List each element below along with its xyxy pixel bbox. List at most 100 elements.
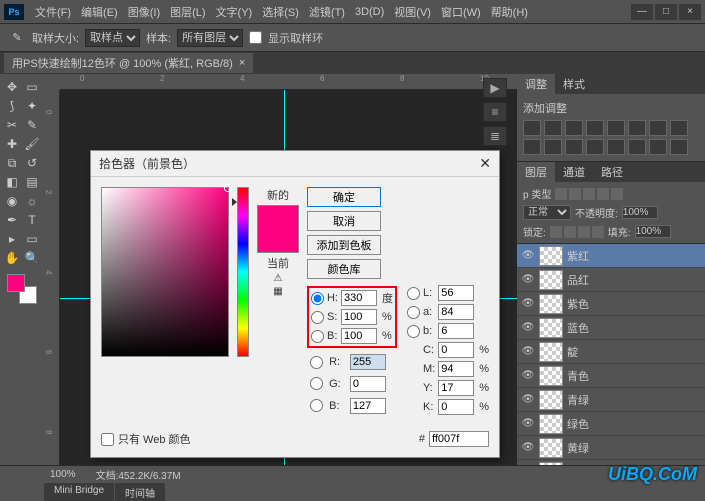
selection-tool[interactable]: ▭	[23, 78, 41, 96]
menu-window[interactable]: 窗口(W)	[436, 4, 486, 20]
visibility-icon[interactable]: 👁	[521, 321, 535, 335]
lock-all-icon[interactable]	[592, 226, 604, 238]
visibility-icon[interactable]: 👁	[521, 441, 535, 455]
pen-tool[interactable]: ✒	[3, 211, 21, 229]
menu-filter[interactable]: 滤镜(T)	[304, 4, 350, 20]
eyedropper-tool[interactable]: ✎	[23, 116, 41, 134]
dodge-tool[interactable]: ☼	[23, 192, 41, 210]
add-swatch-button[interactable]: 添加到色板	[307, 235, 381, 255]
info-panel-icon[interactable]: ≣	[483, 126, 507, 146]
move-tool[interactable]: ✥	[3, 78, 21, 96]
blend-mode-select[interactable]: 正常	[523, 205, 571, 220]
menu-layer[interactable]: 图层(L)	[165, 4, 210, 20]
menu-edit[interactable]: 编辑(E)	[76, 4, 123, 20]
lock-pixel-icon[interactable]	[564, 226, 576, 238]
wand-tool[interactable]: ✦	[23, 97, 41, 115]
visibility-icon[interactable]: 👁	[521, 393, 535, 407]
visibility-icon[interactable]: 👁	[521, 249, 535, 263]
layers-tab[interactable]: 图层	[517, 162, 555, 182]
filter-adj-icon[interactable]	[569, 188, 581, 200]
filter-smart-icon[interactable]	[611, 188, 623, 200]
layer-row[interactable]: 👁黄绿	[517, 436, 705, 460]
menu-help[interactable]: 帮助(H)	[486, 4, 533, 20]
adj-selective-icon[interactable]	[670, 139, 688, 155]
menu-3d[interactable]: 3D(D)	[350, 6, 389, 18]
brush-tool[interactable]: 🖌	[23, 135, 41, 153]
adj-bw-icon[interactable]	[670, 120, 688, 136]
sat-radio[interactable]	[311, 311, 324, 324]
adj-gradmap-icon[interactable]	[649, 139, 667, 155]
layer-thumbnail[interactable]	[539, 414, 563, 434]
stamp-tool[interactable]: ⧉	[3, 154, 21, 172]
current-color-swatch[interactable]	[258, 229, 298, 252]
hand-tool[interactable]: ✋	[3, 249, 21, 267]
paths-tab[interactable]: 路径	[593, 162, 631, 182]
zoom-level[interactable]: 100%	[50, 469, 76, 480]
web-only-checkbox-row[interactable]: 只有 Web 颜色	[101, 431, 191, 447]
adj-vibrance-icon[interactable]	[607, 120, 625, 136]
shape-tool[interactable]: ▭	[23, 230, 41, 248]
foreground-color-swatch[interactable]	[7, 274, 25, 292]
sample-size-select[interactable]: 取样点	[85, 29, 140, 47]
layer-row[interactable]: 👁靛	[517, 340, 705, 364]
visibility-icon[interactable]: 👁	[521, 273, 535, 287]
rgb-b-input[interactable]	[350, 398, 386, 414]
eraser-tool[interactable]: ◧	[3, 173, 21, 191]
r-input[interactable]	[350, 354, 386, 370]
menu-type[interactable]: 文字(Y)	[211, 4, 258, 20]
lock-trans-icon[interactable]	[550, 226, 562, 238]
path-select-tool[interactable]: ▸	[3, 230, 21, 248]
window-close-button[interactable]: ×	[679, 4, 701, 20]
layer-row[interactable]: 👁蓝色	[517, 316, 705, 340]
adj-hue-icon[interactable]	[628, 120, 646, 136]
gamut-warning-icon[interactable]: ⚠	[274, 273, 283, 284]
history-brush-tool[interactable]: ↺	[23, 154, 41, 172]
layer-thumbnail[interactable]	[539, 342, 563, 362]
filter-pixel-icon[interactable]	[555, 188, 567, 200]
sat-input[interactable]	[341, 309, 377, 325]
k-input[interactable]	[438, 399, 474, 415]
adj-lookup-icon[interactable]	[565, 139, 583, 155]
layer-row[interactable]: 👁品红	[517, 268, 705, 292]
filter-shape-icon[interactable]	[597, 188, 609, 200]
gradient-tool[interactable]: ▤	[23, 173, 41, 191]
hue-input[interactable]	[341, 290, 377, 306]
adj-mixer-icon[interactable]	[544, 139, 562, 155]
mini-bridge-tab[interactable]: Mini Bridge	[44, 483, 115, 501]
layer-row[interactable]: 👁紫色	[517, 292, 705, 316]
visibility-icon[interactable]: 👁	[521, 417, 535, 431]
document-tab[interactable]: 用PS快速绘制12色环 @ 100% (紫红, RGB/8) ×	[4, 53, 253, 73]
bri-radio[interactable]	[311, 330, 324, 343]
adj-invert-icon[interactable]	[586, 139, 604, 155]
layer-thumbnail[interactable]	[539, 294, 563, 314]
adj-photo-filter-icon[interactable]	[523, 139, 541, 155]
layer-thumbnail[interactable]	[539, 390, 563, 410]
blur-tool[interactable]: ◉	[3, 192, 21, 210]
filter-text-icon[interactable]	[583, 188, 595, 200]
bri-input[interactable]	[341, 328, 377, 344]
visibility-icon[interactable]: 👁	[521, 345, 535, 359]
adj-posterize-icon[interactable]	[607, 139, 625, 155]
menu-file[interactable]: 文件(F)	[30, 4, 76, 20]
layer-row[interactable]: 👁紫红	[517, 244, 705, 268]
adj-threshold-icon[interactable]	[628, 139, 646, 155]
y-input[interactable]	[438, 380, 474, 396]
layer-thumbnail[interactable]	[539, 438, 563, 458]
window-minimize-button[interactable]: —	[631, 4, 653, 20]
dialog-close-button[interactable]: ✕	[479, 155, 491, 172]
styles-tab[interactable]: 样式	[555, 74, 593, 94]
lab-b-input[interactable]	[438, 323, 474, 339]
type-tool[interactable]: T	[23, 211, 41, 229]
visibility-icon[interactable]: 👁	[521, 369, 535, 383]
rgb-b-radio[interactable]	[307, 399, 326, 412]
adj-levels-icon[interactable]	[544, 120, 562, 136]
visibility-icon[interactable]: 👁	[521, 297, 535, 311]
adj-curves-icon[interactable]	[565, 120, 583, 136]
m-input[interactable]	[438, 361, 474, 377]
hex-input[interactable]	[429, 431, 489, 447]
adj-balance-icon[interactable]	[649, 120, 667, 136]
ok-button[interactable]: 确定	[307, 187, 381, 207]
hue-radio[interactable]	[311, 292, 324, 305]
websafe-icon[interactable]: ▦	[273, 286, 282, 297]
adjustments-tab[interactable]: 调整	[517, 74, 555, 94]
